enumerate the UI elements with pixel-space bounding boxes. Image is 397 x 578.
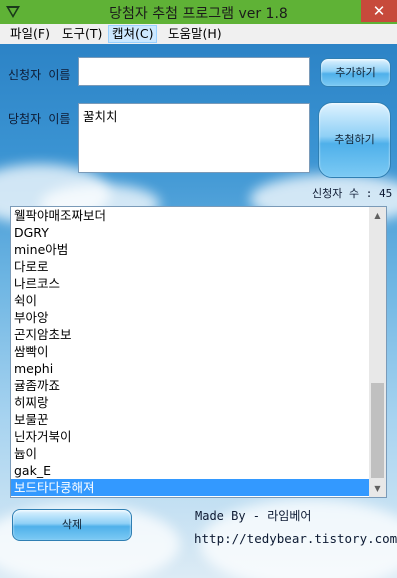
scroll-down-icon[interactable]: ▼ — [369, 480, 386, 497]
list-item[interactable]: 부아앙 — [11, 309, 370, 326]
add-button[interactable]: 추가하기 — [320, 58, 391, 87]
close-button[interactable]: ✕ — [361, 0, 397, 22]
menu-bar: 파일(F) 도구(T) 캡쳐(C) 도움말(H) — [0, 24, 397, 44]
applicant-label: 신청자 이름 — [8, 68, 71, 82]
list-item[interactable]: mine아범 — [11, 241, 370, 258]
winner-textbox[interactable]: 꿀치치 — [78, 103, 310, 173]
list-item[interactable]: 다로로 — [11, 258, 370, 275]
scroll-thumb[interactable] — [371, 383, 384, 478]
list-item[interactable]: mephi — [11, 360, 370, 377]
scroll-up-icon[interactable]: ▲ — [369, 207, 386, 224]
list-item[interactable]: gak_E — [11, 462, 370, 479]
delete-button[interactable]: 삭제 — [12, 509, 132, 541]
applicant-count: 신청자 수 : 45 — [312, 187, 393, 200]
menu-tools[interactable]: 도구(T) — [59, 26, 105, 42]
list-item[interactable]: 귤좀까죠 — [11, 377, 370, 394]
list-item[interactable]: 늅이 — [11, 445, 370, 462]
winner-label: 당첨자 이름 — [8, 112, 71, 126]
list-item[interactable]: 웰팍야매조짜보더 — [11, 207, 370, 224]
menu-capture[interactable]: 캡쳐(C) — [108, 25, 158, 43]
list-scrollbar[interactable]: ▲ ▼ — [369, 207, 386, 497]
draw-button[interactable]: 추첨하기 — [318, 102, 391, 178]
menu-file[interactable]: 파일(F) — [7, 26, 53, 42]
list-item[interactable]: 보드타다쿵해져 — [11, 479, 370, 496]
list-item[interactable]: 히찌랑 — [11, 394, 370, 411]
blog-url: http://tedybear.tistory.com — [194, 531, 397, 546]
list-item[interactable]: 나르코스 — [11, 275, 370, 292]
title-bar: 당첨자 추첨 프로그램 ver 1.8 ✕ — [0, 0, 397, 24]
list-items: 웰팍야매조짜보더 DGRY mine아범 다로로 나르코스 쉭이 부아앙 곤지암초보 쌈빡이 me… — [11, 207, 370, 496]
list-item[interactable]: 보물꾼 — [11, 411, 370, 428]
applicant-input[interactable] — [78, 57, 310, 86]
list-item[interactable]: 쌈빡이 — [11, 343, 370, 360]
made-by-text: Made By - 라임베어 — [195, 509, 312, 523]
list-item[interactable]: 닌자거북이 — [11, 428, 370, 445]
main-panel: 신청자 이름 추가하기 당첨자 이름 꿀치치 추첨하기 신청자 수 : 45 웰… — [0, 44, 397, 578]
applicant-list[interactable]: 웰팍야매조짜보더 DGRY mine아범 다로로 나르코스 쉭이 부아앙 곤지암초보 쌈빡이 me… — [10, 206, 387, 498]
window-title: 당첨자 추첨 프로그램 ver 1.8 — [109, 6, 288, 22]
list-item[interactable]: DGRY — [11, 224, 370, 241]
list-item[interactable]: 곤지암초보 — [11, 326, 370, 343]
list-item[interactable]: 쉭이 — [11, 292, 370, 309]
menu-help[interactable]: 도움말(H) — [165, 26, 225, 42]
